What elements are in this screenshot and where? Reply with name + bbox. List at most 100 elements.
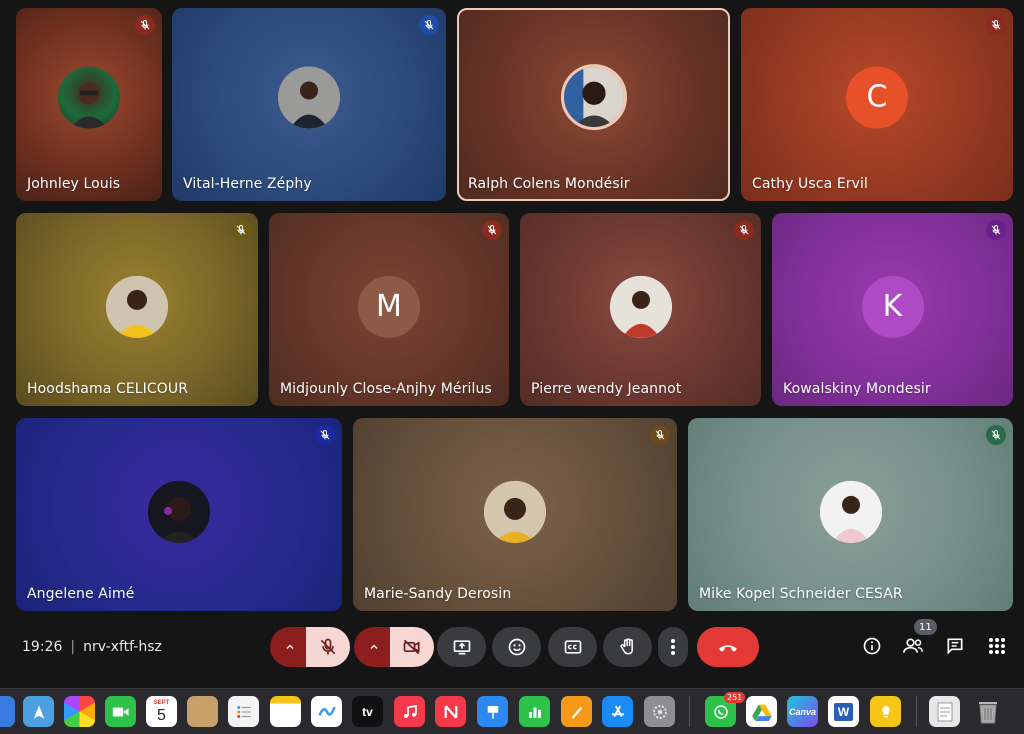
numbers-icon[interactable]: [519, 696, 550, 727]
people-count-badge: 11: [914, 619, 937, 635]
camera-off-icon: [403, 639, 420, 655]
whatsapp-badge: 251: [724, 692, 746, 703]
pages-icon[interactable]: [561, 696, 592, 727]
avatar-letter: K: [861, 275, 924, 338]
keynote-icon[interactable]: [477, 696, 508, 727]
settings-icon[interactable]: [644, 696, 675, 727]
meeting-info: 19:26 | nrv-xftf-hsz: [22, 639, 162, 655]
apple-tv-icon[interactable]: tv: [352, 696, 383, 727]
freeform-icon[interactable]: [311, 696, 342, 727]
mic-off-icon: [419, 15, 439, 35]
photos-icon[interactable]: [64, 696, 95, 727]
apps-grid-icon: [989, 638, 1005, 654]
facetime-icon[interactable]: [105, 696, 136, 727]
participant-name: Midjounly Close-Anjhy Mérilus: [280, 381, 492, 397]
participant-name: Mike Kopel Schneider CESAR: [699, 586, 903, 602]
mic-off-icon: [734, 220, 754, 240]
avatar: [609, 275, 672, 338]
mic-off-icon: [231, 220, 251, 240]
meeting-details-button[interactable]: [860, 634, 884, 658]
participant-tile[interactable]: Mike Kopel Schneider CESAR: [688, 418, 1013, 611]
present-screen-button[interactable]: [437, 627, 486, 667]
hangup-icon: [719, 645, 737, 652]
news-icon[interactable]: [435, 696, 466, 727]
mic-off-icon: [986, 220, 1006, 240]
avatar: [58, 66, 120, 129]
reactions-button[interactable]: [492, 627, 541, 667]
dock-separator: [916, 696, 917, 727]
avatar-letter: C: [846, 66, 908, 129]
avatar: [484, 480, 546, 543]
dock-separator: [689, 696, 690, 727]
participant-tile[interactable]: C Cathy Usca Ervil: [741, 8, 1013, 201]
captions-button[interactable]: [548, 627, 597, 667]
participant-name: Kowalskiny Mondesir: [783, 381, 931, 397]
document-icon[interactable]: [929, 696, 960, 727]
more-options-button[interactable]: [658, 627, 688, 667]
participant-tile-active-speaker[interactable]: Ralph Colens Mondésir: [457, 8, 730, 201]
participant-tile[interactable]: M Midjounly Close-Anjhy Mérilus: [269, 213, 509, 406]
raise-hand-button[interactable]: [603, 627, 652, 667]
meeting-code: nrv-xftf-hsz: [83, 639, 162, 655]
participant-tile[interactable]: Hoodshama CELICOUR: [16, 213, 258, 406]
participant-tile[interactable]: Vital-Herne Zéphy: [172, 8, 446, 201]
google-drive-icon[interactable]: [746, 696, 777, 727]
chat-button[interactable]: [943, 634, 967, 658]
participant-name: Angelene Aimé: [27, 586, 135, 602]
trash-icon[interactable]: [972, 696, 1003, 727]
mic-off-icon: [482, 220, 502, 240]
avatar: [278, 66, 340, 129]
activities-button[interactable]: [985, 634, 1009, 658]
participant-name: Hoodshama CELICOUR: [27, 381, 189, 397]
app-store-icon[interactable]: [602, 696, 633, 727]
meeting-time: 19:26: [22, 639, 63, 655]
mic-off-icon: [986, 15, 1006, 35]
hand-icon: [619, 638, 633, 655]
participant-tile[interactable]: Angelene Aimé: [16, 418, 342, 611]
maps-icon[interactable]: [23, 696, 54, 727]
participant-name: Ralph Colens Mondésir: [468, 176, 630, 192]
chat-icon: [947, 638, 963, 655]
participant-name: Johnley Louis: [27, 176, 121, 192]
mic-off-icon: [315, 425, 335, 445]
word-icon[interactable]: W: [828, 696, 859, 727]
camera-toggle-button[interactable]: [390, 627, 434, 667]
participant-tile[interactable]: Pierre wendy Jeannot: [520, 213, 761, 406]
people-button[interactable]: [901, 634, 925, 658]
present-icon: [453, 640, 470, 655]
participant-tile[interactable]: Johnley Louis: [16, 8, 162, 201]
mic-off-icon: [135, 15, 155, 35]
finder-icon[interactable]: [0, 696, 15, 727]
audio-options-button[interactable]: [270, 627, 310, 667]
video-options-button[interactable]: [354, 627, 394, 667]
separator: |: [70, 639, 76, 655]
mic-toggle-button[interactable]: [306, 627, 350, 667]
calendar-icon[interactable]: SEPT 5: [146, 696, 177, 727]
participant-tile[interactable]: Marie-Sandy Derosin: [353, 418, 677, 611]
participant-tile[interactable]: K Kowalskiny Mondesir: [772, 213, 1013, 406]
avatar: [819, 480, 882, 543]
mic-off-icon: [986, 425, 1006, 445]
leave-call-button[interactable]: [697, 627, 759, 667]
participant-name: Marie-Sandy Derosin: [364, 586, 512, 602]
contacts-icon[interactable]: [187, 696, 218, 727]
tips-icon[interactable]: [870, 696, 901, 727]
avatar: [148, 480, 210, 543]
chevron-up-icon: [370, 644, 378, 649]
captions-icon: [564, 640, 581, 654]
avatar: [106, 275, 168, 338]
avatar-letter: M: [358, 275, 420, 338]
emoji-icon: [508, 638, 525, 656]
avatar: [560, 63, 627, 130]
reminders-icon[interactable]: [228, 696, 259, 727]
info-icon: [863, 637, 881, 655]
participant-name: Vital-Herne Zéphy: [183, 176, 312, 192]
more-vert-icon: [671, 639, 675, 655]
music-icon[interactable]: [394, 696, 425, 727]
participant-name: Pierre wendy Jeannot: [531, 381, 682, 397]
participant-name: Cathy Usca Ervil: [752, 176, 868, 192]
canva-icon[interactable]: Canva: [787, 696, 818, 727]
notes-icon[interactable]: [270, 696, 301, 727]
mic-off-icon: [650, 425, 670, 445]
mic-off-icon: [320, 638, 336, 655]
